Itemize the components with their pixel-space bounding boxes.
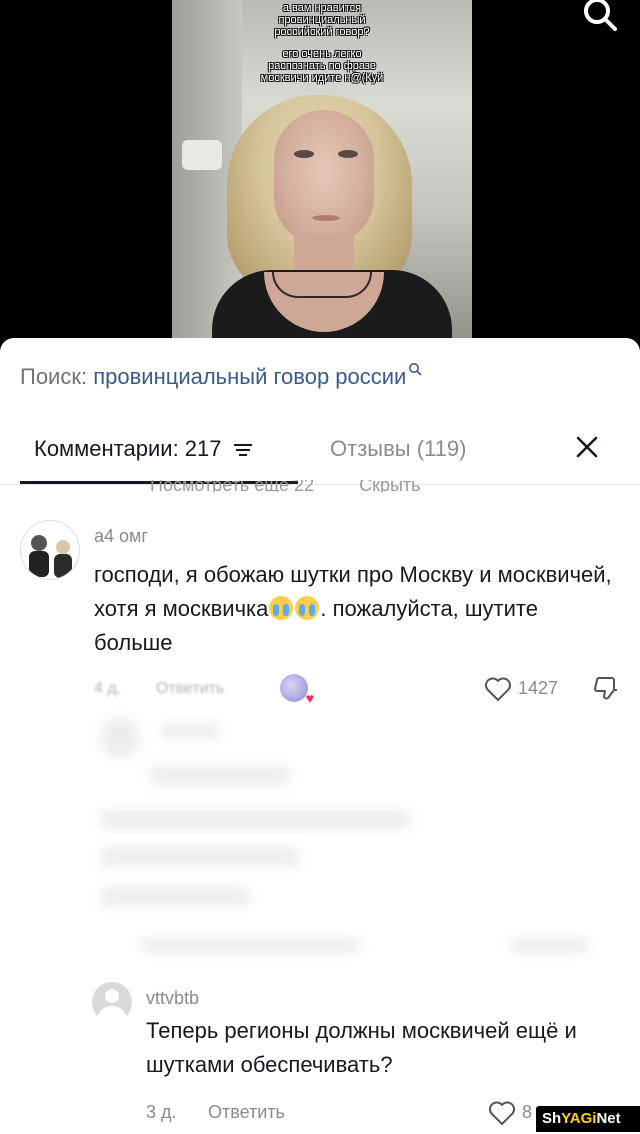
close-icon[interactable] xyxy=(574,434,600,460)
video-caption-line: москвичи идите н@(Куй xyxy=(260,72,384,84)
heart-icon[interactable] xyxy=(484,676,512,702)
crying-face-emoji-icon xyxy=(295,596,320,620)
video-caption: а вам нравится провинциальный российский… xyxy=(172,2,472,84)
avatar[interactable] xyxy=(92,982,132,1022)
like-count: 1427 xyxy=(518,678,559,698)
video-frame: а вам нравится провинциальный российский… xyxy=(172,0,472,350)
site-watermark-logo: ShYAGiNet xyxy=(536,1106,640,1132)
reply-button[interactable]: Ответить xyxy=(208,1102,285,1123)
crying-face-emoji-icon xyxy=(269,596,294,620)
video-caption-line: российский говор? xyxy=(274,26,370,38)
video-player[interactable]: а вам нравится провинциальный российский… xyxy=(0,0,640,350)
view-more-replies-link[interactable]: Посмотреть ещё 22 xyxy=(150,480,314,492)
dislike-icon[interactable] xyxy=(590,674,620,704)
comment-meta: 4 д. Ответить 1427 xyxy=(94,674,624,708)
video-caption-line: а вам нравится xyxy=(282,2,362,14)
video-caption-line: провинциальный xyxy=(278,14,366,26)
comment-text: Теперь регионы должны москвичей ещё и шу… xyxy=(146,1018,577,1077)
video-person-face xyxy=(274,110,374,245)
video-person-eye xyxy=(294,150,314,158)
hidden-comment-block xyxy=(90,718,620,958)
search-suggestion[interactable]: Поиск: провинциальный говор россии xyxy=(20,363,422,390)
comment-username[interactable]: vttvbtb xyxy=(146,988,199,1009)
like-count: 8 xyxy=(522,1102,533,1122)
video-caption-line: его очень легко xyxy=(282,48,362,60)
tab-comments[interactable]: Комментарии: 217 xyxy=(34,436,254,462)
avatar[interactable] xyxy=(20,520,80,580)
video-person-necklace xyxy=(272,272,372,298)
video-caption-line: распознать по фразе xyxy=(268,60,376,72)
tab-comments-label: Комментарии: 217 xyxy=(34,436,222,461)
avatar-image xyxy=(29,535,72,578)
video-person-mouth xyxy=(312,215,340,221)
search-mini-icon xyxy=(409,363,422,376)
video-handrail xyxy=(182,140,222,170)
sort-filter-icon[interactable] xyxy=(232,442,254,458)
reply-button[interactable]: Ответить xyxy=(156,680,224,698)
heart-icon[interactable] xyxy=(488,1100,516,1126)
video-person-eye xyxy=(338,150,358,158)
search-prefix: Поиск: xyxy=(20,364,88,389)
comment-text: господи, я обожаю шутки про Москву и мос… xyxy=(94,558,614,660)
collapsed-replies-row: Посмотреть ещё 22 Скрыть xyxy=(150,480,461,492)
comment-date: 4 д. xyxy=(94,680,122,697)
comments-sheet: Поиск: провинциальный говор россии Комме… xyxy=(0,338,640,1134)
tab-reviews[interactable]: Отзывы (119) xyxy=(330,436,466,462)
comments-tabs: Комментарии: 217 Отзывы (119) xyxy=(0,428,640,486)
creator-liked-badge xyxy=(280,674,314,706)
hide-replies-link[interactable]: Скрыть xyxy=(359,480,420,492)
search-query-link[interactable]: провинциальный говор россии xyxy=(93,364,406,389)
comment-date: 3 д. xyxy=(146,1102,177,1122)
search-icon[interactable] xyxy=(580,0,620,34)
comment-username[interactable]: а4 омг xyxy=(94,526,148,547)
